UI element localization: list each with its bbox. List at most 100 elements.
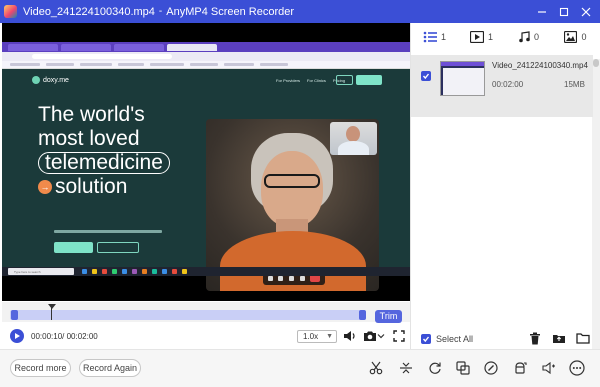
minimize-button[interactable] xyxy=(532,2,552,22)
minimize-icon xyxy=(538,10,546,13)
recording-size: 15MB xyxy=(564,80,585,89)
brand-mark-icon xyxy=(32,76,40,84)
video-preview[interactable]: doxy.me For Providers For Clinics Pricin… xyxy=(2,23,410,301)
chevron-down-icon: ▼ xyxy=(326,333,333,340)
close-button[interactable] xyxy=(576,2,596,22)
fullscreen-icon xyxy=(393,330,405,342)
trim-end-handle[interactable] xyxy=(359,310,366,320)
filter-count: 0 xyxy=(581,32,587,42)
merge-tool-button[interactable] xyxy=(454,359,472,377)
taskbar-search-text: Type here to search xyxy=(14,270,41,274)
trim-start-handle[interactable] xyxy=(11,310,18,320)
browser-address-bar xyxy=(2,52,410,61)
playback-controls: 00:00:10/ 00:02:00 1.0x ▼ xyxy=(0,327,410,347)
recording-item[interactable]: Video_241224100340.mp4 00:02:00 15MB xyxy=(411,55,593,117)
picture-in-picture xyxy=(330,122,377,155)
hero-headline: The world's most loved telemedicine → sol… xyxy=(38,103,170,199)
hero-line: The world's xyxy=(38,103,145,126)
playhead-marker[interactable] xyxy=(48,304,56,309)
scrollbar-thumb[interactable] xyxy=(593,59,599,67)
filter-video[interactable]: 1 xyxy=(458,31,505,43)
play-button[interactable] xyxy=(10,329,24,343)
app-logo-icon xyxy=(4,5,17,18)
browser-tab xyxy=(61,43,111,51)
speed-select[interactable]: 1.0x ▼ xyxy=(297,330,337,343)
restore-button[interactable] xyxy=(554,2,574,22)
chevron-down-icon xyxy=(377,334,385,339)
snapshot-options-button[interactable] xyxy=(376,329,386,343)
arrow-right-icon: → xyxy=(38,180,52,195)
fullscreen-button[interactable] xyxy=(392,329,406,343)
title-file-name: Video_241224100340.mp4 xyxy=(23,5,155,18)
trim-timeline[interactable] xyxy=(2,302,410,322)
webpage-content: doxy.me For Providers For Clinics Pricin… xyxy=(2,69,410,291)
timeline-track[interactable] xyxy=(10,310,364,320)
speed-value: 1.0x xyxy=(303,332,319,341)
video-call-photo xyxy=(206,119,379,291)
recording-duration: 00:02:00 xyxy=(492,80,524,89)
edit-icon xyxy=(484,361,498,375)
more-icon xyxy=(569,360,585,376)
trash-icon xyxy=(530,332,540,344)
open-folder-button[interactable] xyxy=(576,331,590,345)
glasses-shape xyxy=(264,174,320,188)
title-bar: Video_241224100340.mp4 - AnyMP4 Screen R… xyxy=(0,0,600,23)
panel-scrollbar[interactable] xyxy=(592,59,600,359)
compress-tool-button[interactable] xyxy=(511,359,529,377)
browser-tab xyxy=(167,43,217,51)
close-icon xyxy=(581,7,591,16)
delete-button[interactable] xyxy=(528,331,542,345)
restore-icon xyxy=(559,7,569,16)
browser-tab xyxy=(114,43,164,51)
panel-toolbar xyxy=(528,331,590,345)
record-again-button[interactable]: Record Again xyxy=(79,359,141,377)
list-icon xyxy=(423,31,437,43)
export-icon xyxy=(553,335,565,343)
hero-line: most loved xyxy=(38,127,140,150)
browser-tab xyxy=(8,43,58,51)
camera-icon xyxy=(364,331,376,341)
filter-count: 1 xyxy=(487,32,493,42)
site-nav: For Providers For Clinics Pricing xyxy=(276,78,345,83)
media-type-filter: 1 1 0 0 xyxy=(411,23,600,51)
split-tool-button[interactable] xyxy=(397,359,415,377)
address-field xyxy=(32,54,172,59)
filter-all[interactable]: 1 xyxy=(411,31,458,43)
rotate-icon xyxy=(429,362,441,374)
volume-button[interactable] xyxy=(343,329,357,343)
taskbar-search: Type here to search xyxy=(8,268,74,275)
filter-audio[interactable]: 0 xyxy=(505,31,552,43)
title-separator: - xyxy=(158,6,163,17)
hero-primary-button xyxy=(54,242,93,253)
recording-checkbox[interactable] xyxy=(421,71,431,81)
hero-line: solution xyxy=(55,175,128,198)
more-tools-button[interactable] xyxy=(568,359,586,377)
filter-image[interactable]: 0 xyxy=(552,31,599,43)
filter-count: 1 xyxy=(440,32,446,42)
playhead-line[interactable] xyxy=(51,305,52,320)
snapshot-button[interactable] xyxy=(363,329,377,343)
volume-icon xyxy=(542,361,555,375)
record-more-button[interactable]: Record more xyxy=(10,359,71,377)
site-signin-button xyxy=(336,75,353,85)
brand-name: doxy.me xyxy=(43,76,69,84)
brand-logo: doxy.me xyxy=(32,76,69,84)
site-nav-item: For Providers xyxy=(276,78,301,83)
rotate-tool-button[interactable] xyxy=(426,359,444,377)
scissors-icon xyxy=(369,361,383,375)
play-icon xyxy=(15,333,20,339)
video-icon xyxy=(469,31,484,43)
hero-subtitle xyxy=(54,230,162,233)
trim-tool-button[interactable] xyxy=(367,359,385,377)
export-button[interactable] xyxy=(552,331,566,345)
filter-count: 0 xyxy=(533,32,539,42)
trim-button[interactable]: Trim xyxy=(375,310,402,323)
select-all-checkbox[interactable] xyxy=(421,334,431,344)
recordings-panel: 1 1 0 0 Video_241224100340.mp4 00:02:00 … xyxy=(410,23,600,387)
volume-tool-button[interactable] xyxy=(540,359,558,377)
recording-name: Video_241224100340.mp4 xyxy=(492,61,588,70)
site-nav-item: For Clinics xyxy=(307,78,326,83)
select-all-label: Select All xyxy=(436,334,474,344)
playback-time: 00:00:10/ 00:02:00 xyxy=(31,332,98,341)
edit-tool-button[interactable] xyxy=(482,359,500,377)
